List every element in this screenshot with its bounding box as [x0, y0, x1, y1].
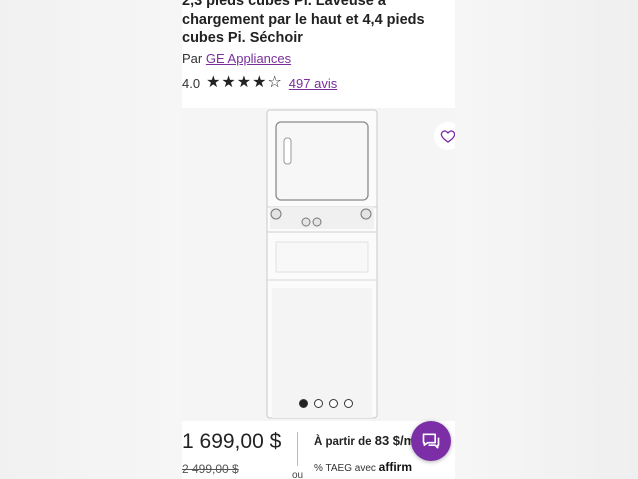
- brand-byline: Par GE Appliances: [182, 51, 291, 66]
- right-backdrop: [455, 0, 638, 479]
- star-filled-icon: ★: [206, 74, 221, 91]
- product-title-line: chargement par le haut et 4,4 pieds: [182, 11, 425, 28]
- financing-apr-line: % TAEG avec affirm: [314, 460, 412, 474]
- product-title-line: cubes Pi. Séchoir: [182, 30, 303, 46]
- heart-outline-icon: [440, 130, 455, 143]
- affirm-logo[interactable]: affirm: [379, 460, 412, 474]
- star-filled-icon: ★: [221, 74, 236, 91]
- product-image-gallery[interactable]: [182, 108, 455, 421]
- product-page: 2,3 pieds cubes Pi. Laveuse à chargement…: [182, 0, 455, 479]
- washer-dryer-image: [266, 109, 378, 419]
- financing-amount: 83 $/m: [374, 433, 416, 448]
- brand-link[interactable]: GE Appliances: [206, 51, 291, 66]
- left-backdrop: [0, 0, 182, 479]
- price-divider: [297, 432, 298, 466]
- by-prefix: Par: [182, 51, 203, 66]
- carousel-dot[interactable]: [329, 399, 338, 408]
- or-label: ou: [292, 470, 304, 479]
- reviews-link[interactable]: 497 avis: [289, 76, 337, 91]
- rating-value: 4.0: [182, 75, 201, 91]
- star-filled-icon: ★: [236, 74, 252, 91]
- carousel-dot[interactable]: [299, 399, 308, 408]
- product-title: 2,3 pieds cubes Pi. Laveuse à chargement…: [182, 0, 452, 48]
- current-price: 1 699,00 $: [182, 430, 282, 453]
- financing-apr: % TAEG avec: [314, 463, 376, 474]
- financing-prefix: À partir de: [314, 436, 372, 448]
- chat-bubble-icon: [422, 433, 440, 449]
- carousel-dot[interactable]: [344, 399, 353, 408]
- rating-row: 4.0 ★ ★ ★ ★ ☆ 497 avis: [182, 75, 337, 91]
- star-empty-icon: ☆: [267, 74, 282, 91]
- rating-stars: ★ ★ ★ ★ ☆: [206, 75, 283, 91]
- chat-button[interactable]: [411, 421, 451, 461]
- product-title-line: 2,3 pieds cubes Pi. Laveuse à: [182, 0, 386, 9]
- carousel-dot[interactable]: [314, 399, 323, 408]
- carousel-dots: [299, 399, 353, 408]
- star-filled-icon: ★: [252, 74, 267, 91]
- favorite-button[interactable]: [434, 122, 455, 150]
- original-price: 2 499,00 $: [182, 462, 239, 476]
- financing-line: À partir de 83 $/m: [314, 433, 415, 448]
